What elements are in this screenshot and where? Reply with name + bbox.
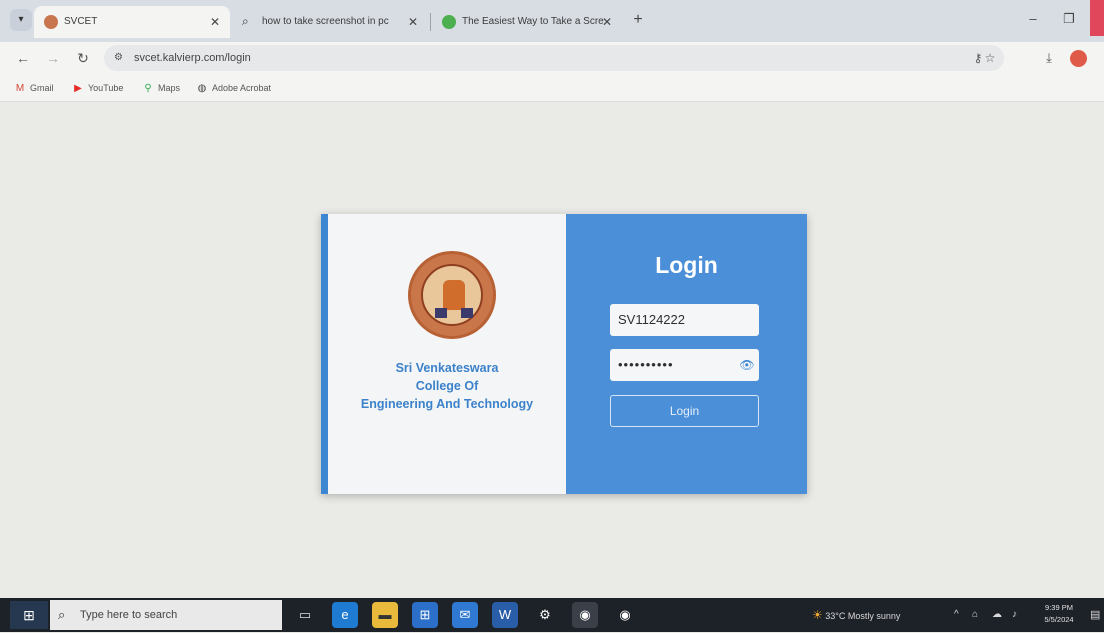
globe-icon: ◍: [197, 83, 207, 94]
search-icon: ⌕: [58, 607, 66, 622]
file-explorer-icon[interactable]: ▬: [372, 602, 398, 628]
word-icon[interactable]: W: [492, 602, 518, 628]
college-name-line: College Of: [415, 379, 479, 393]
url-text[interactable]: svcet.kalvierp.com/login: [134, 45, 251, 71]
system-clock[interactable]: 9:39 PM 5/5/2024: [1034, 602, 1084, 626]
back-arrow-icon[interactable]: ←: [12, 47, 34, 69]
site-info-icon[interactable]: ⚙: [114, 52, 126, 64]
network-icon[interactable]: ⌂: [972, 598, 978, 632]
forward-arrow-icon[interactable]: →: [42, 47, 64, 69]
bookmark-label: Maps: [158, 83, 181, 93]
tab-title: SVCET: [64, 16, 98, 27]
youtube-icon: ▶: [74, 83, 82, 94]
bookmark-gmail[interactable]: M Gmail: [14, 74, 54, 102]
logo-book-left: [435, 308, 447, 318]
svcet-favicon-icon: [44, 15, 58, 29]
tab-search-button[interactable]: ▾: [10, 9, 32, 31]
tray-chevron-icon[interactable]: ^: [954, 598, 959, 632]
chrome-icon[interactable]: ◉: [612, 602, 638, 628]
login-card: Sri Venkateswara College Of Engineering …: [321, 214, 807, 494]
settings-gear-icon[interactable]: ⚙: [532, 602, 558, 628]
weather-widget[interactable]: ☀ 33°C Mostly sunny: [812, 598, 900, 632]
tab-screenshot-search[interactable]: ⌕ how to take screenshot in pc ✕: [232, 6, 428, 38]
college-logo: [408, 251, 496, 339]
tab-separator: [430, 13, 431, 31]
new-tab-button[interactable]: +: [626, 8, 650, 32]
reload-icon[interactable]: ↻: [72, 47, 94, 69]
login-title: Login: [655, 252, 718, 278]
bookmark-label: Gmail: [30, 83, 54, 93]
college-panel: Sri Venkateswara College Of Engineering …: [321, 214, 566, 494]
close-tab-icon[interactable]: ✕: [408, 6, 418, 38]
browser-tab-bar: ▾ SVCET ✕ ⌕ how to take screenshot in pc…: [0, 0, 1104, 42]
tab-easiest-way[interactable]: The Easiest Way to Take a Scre ✕: [432, 6, 622, 38]
login-button[interactable]: Login: [610, 395, 759, 427]
maps-pin-icon: ⚲: [144, 83, 152, 94]
mail-icon[interactable]: ✉: [452, 602, 478, 628]
volume-icon[interactable]: ♪: [1012, 598, 1017, 632]
password-input[interactable]: ••••••••••: [610, 349, 759, 381]
bookmarks-bar: M Gmail ▶ YouTube ⚲ Maps ◍ Adobe Acrobat: [0, 74, 1104, 102]
login-form-panel: Login SV1124222 •••••••••• 👁 Login: [566, 214, 807, 494]
weather-temp: 33°C: [825, 611, 846, 621]
password-field-wrapper: •••••••••• 👁: [610, 349, 759, 381]
site-favicon-icon: [442, 15, 456, 29]
search-placeholder: Type here to search: [80, 609, 178, 621]
onedrive-icon[interactable]: ☁: [992, 598, 1002, 632]
sun-cloud-icon: ☀: [812, 608, 823, 622]
logo-figure: [443, 280, 465, 310]
edge-browser-icon[interactable]: e: [332, 602, 358, 628]
download-icon[interactable]: ⤓: [1038, 47, 1060, 69]
bookmark-maps[interactable]: ⚲ Maps: [142, 74, 180, 102]
minimize-button[interactable]: –: [1018, 6, 1048, 32]
tab-title: The Easiest Way to Take a Scre: [462, 16, 604, 27]
windows-start-icon[interactable]: ⊞: [10, 601, 48, 629]
bookmark-star-icon[interactable]: ☆: [980, 48, 1000, 68]
bookmark-youtube[interactable]: ▶ YouTube: [72, 74, 123, 102]
taskbar-search-box[interactable]: ⌕ Type here to search: [50, 600, 282, 630]
task-view-icon[interactable]: ▭: [292, 602, 318, 628]
tab-title: how to take screenshot in pc: [262, 16, 389, 27]
college-name: Sri Venkateswara College Of Engineering …: [328, 359, 566, 413]
close-tab-icon[interactable]: ✕: [210, 6, 220, 38]
close-window-button[interactable]: [1090, 0, 1104, 36]
close-tab-icon[interactable]: ✕: [602, 6, 612, 38]
bookmark-label: YouTube: [88, 83, 124, 93]
microsoft-store-icon[interactable]: ⊞: [412, 602, 438, 628]
clock-date: 5/5/2024: [1044, 615, 1074, 624]
page-content: Sri Venkateswara College Of Engineering …: [0, 102, 1104, 598]
logo-emblem: [421, 264, 483, 326]
profile-avatar[interactable]: [1070, 50, 1087, 67]
tab-svcet[interactable]: SVCET ✕: [34, 6, 230, 38]
college-name-line: Engineering And Technology: [360, 397, 534, 411]
gmail-icon: M: [15, 83, 25, 94]
bookmark-adobe-acrobat[interactable]: ◍ Adobe Acrobat: [196, 74, 271, 102]
weather-text: Mostly sunny: [847, 611, 901, 621]
chrome-icon[interactable]: ◉: [572, 602, 598, 628]
username-input[interactable]: SV1124222: [610, 304, 759, 336]
notification-icon[interactable]: ▤: [1090, 598, 1100, 632]
restore-button[interactable]: ❐: [1054, 6, 1084, 32]
address-bar[interactable]: ⚙ svcet.kalvierp.com/login ⚷ ☆: [104, 45, 1004, 71]
clock-time: 9:39 PM: [1045, 603, 1073, 612]
browser-toolbar: ← → ↻ ⚙ svcet.kalvierp.com/login ⚷ ☆ ⤓: [0, 42, 1104, 74]
logo-book-right: [461, 308, 473, 318]
windows-taskbar: ⊞ ⌕ Type here to search ▭ e ▬ ⊞ ✉ W ⚙ ◉ …: [0, 598, 1104, 632]
college-name-line: Sri Venkateswara: [395, 361, 499, 375]
search-icon: ⌕: [242, 14, 249, 28]
show-password-eye-icon[interactable]: 👁: [739, 357, 755, 373]
bookmark-label: Adobe Acrobat: [212, 83, 272, 93]
